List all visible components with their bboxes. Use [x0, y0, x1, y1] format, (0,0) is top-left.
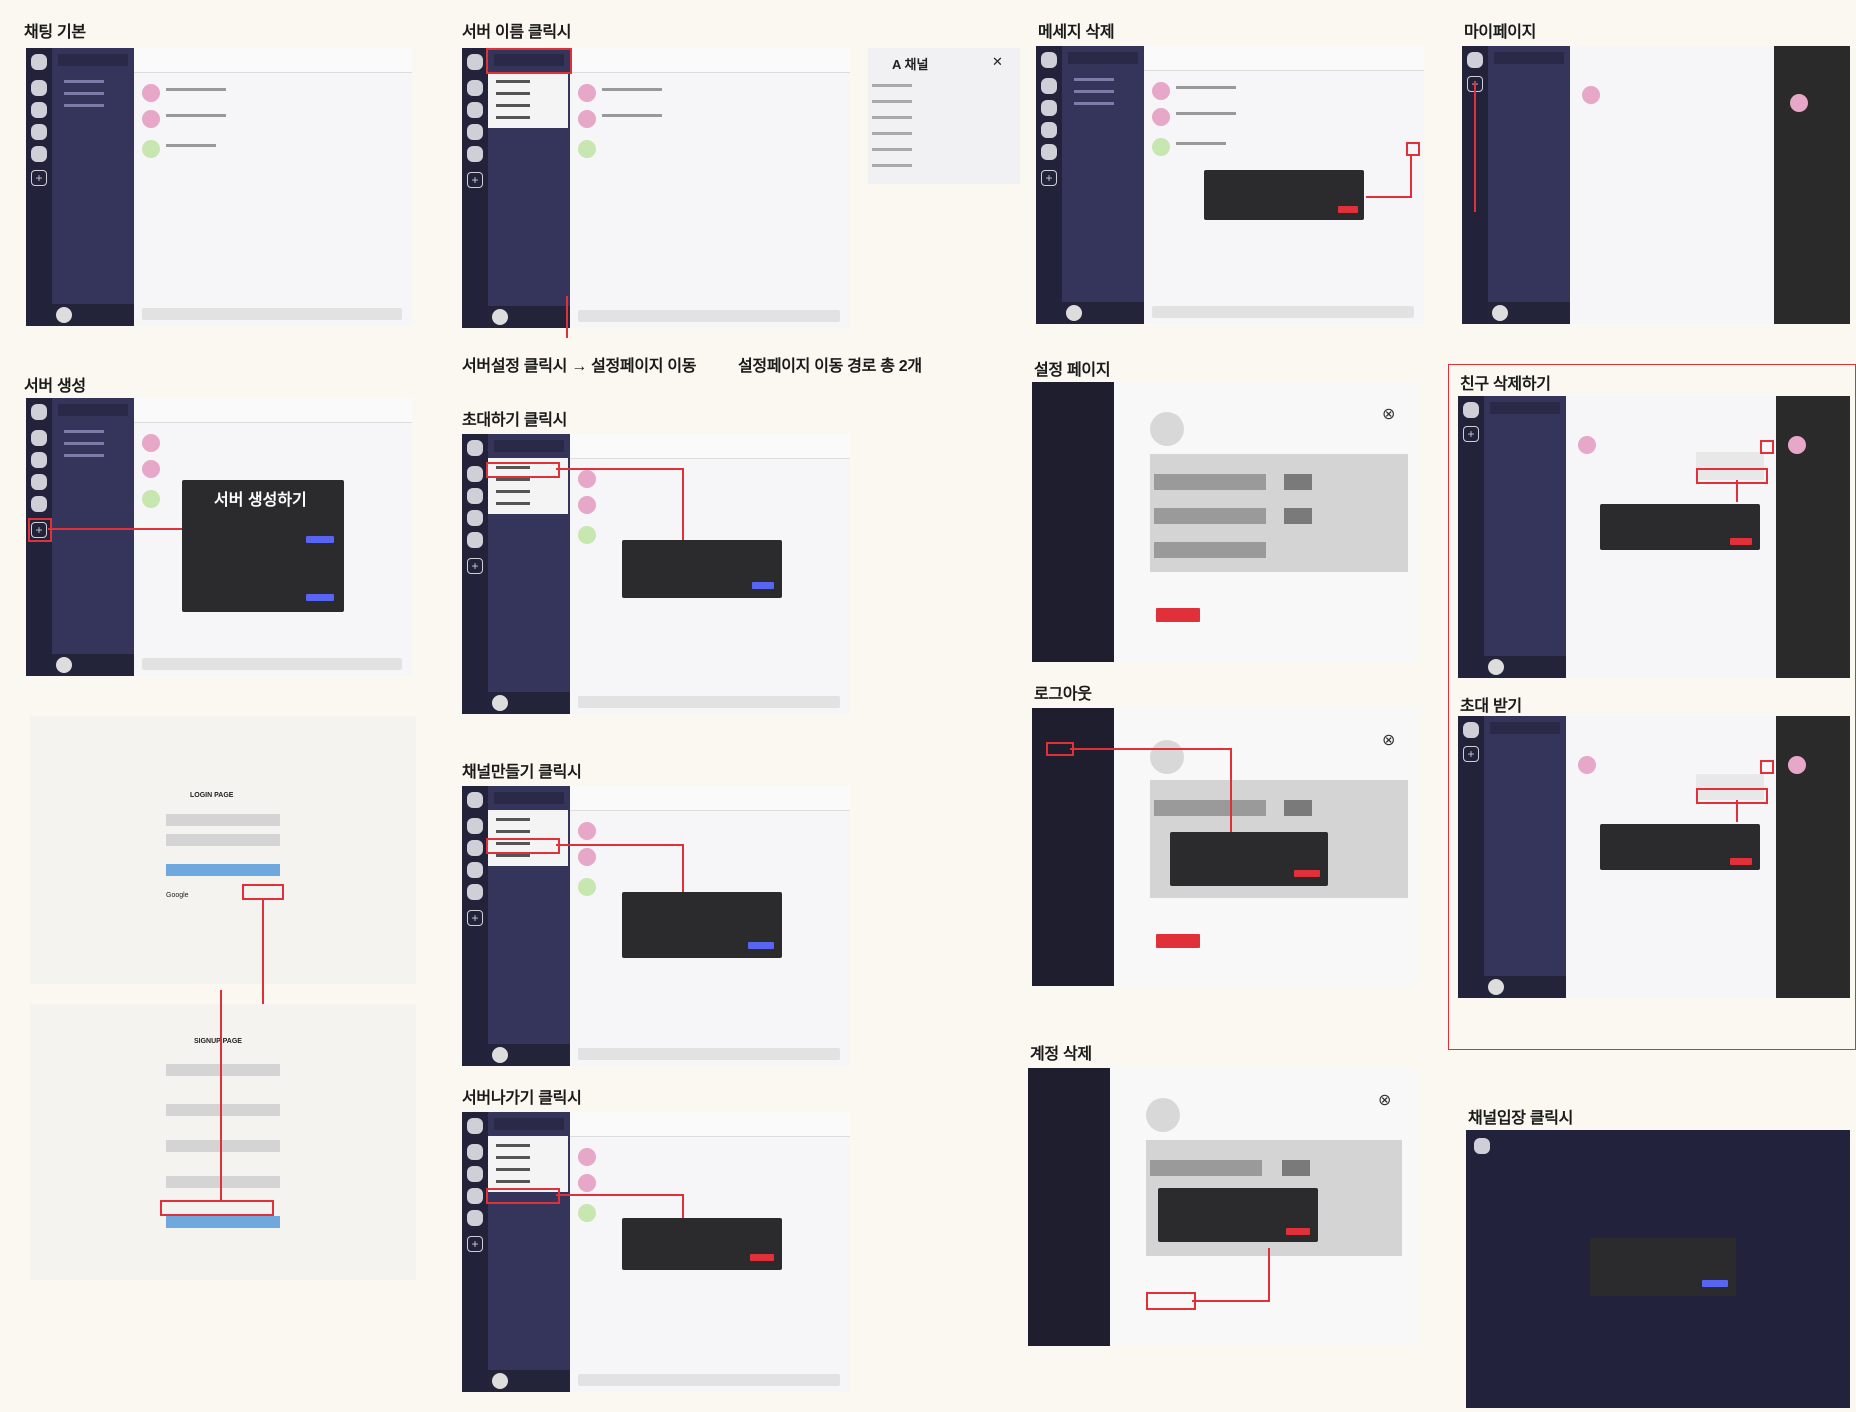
- server-create-modal-title: 서버 생성하기: [214, 492, 307, 509]
- create-button[interactable]: [306, 536, 334, 543]
- chat-header: [134, 48, 412, 73]
- mock-invite-click: +: [462, 434, 850, 714]
- label-mypage: 마이페이지: [1464, 24, 1537, 41]
- mock-friend-delete: +: [1458, 396, 1850, 678]
- label-invite-click: 초대하기 클릭시: [462, 412, 568, 429]
- close-icon[interactable]: ⊗: [1378, 1090, 1391, 1110]
- delete-message-modal: [1204, 170, 1364, 220]
- mock-signup-page: SIGNUP PAGE: [30, 990, 416, 1280]
- mock-channel-enter: [1466, 1130, 1850, 1408]
- channel-list: [52, 48, 134, 326]
- label-settings-paths: 설정페이지 이동 경로 총 2개: [738, 358, 922, 375]
- add-server-icon[interactable]: +: [31, 170, 47, 186]
- close-icon[interactable]: ⊗: [1382, 404, 1395, 424]
- close-icon[interactable]: ⊗: [1382, 730, 1395, 750]
- delete-confirm-button[interactable]: [1338, 206, 1358, 213]
- mock-login-page: LOGIN PAGE Google: [30, 716, 416, 1014]
- mock-server-name-click: +: [462, 48, 850, 328]
- message-input[interactable]: [142, 308, 402, 320]
- label-create-channel-click: 채널만들기 클릭시: [462, 764, 582, 781]
- label-chat-basic: 채팅 기본: [24, 24, 86, 41]
- server-create-modal: 서버 생성하기: [182, 480, 344, 612]
- mock-settings-page: ⊗: [1032, 382, 1418, 662]
- mock-receive-invite: +: [1458, 716, 1850, 998]
- login-button[interactable]: [166, 864, 280, 876]
- google-login[interactable]: Google: [166, 892, 189, 899]
- signup-page-title: SIGNUP PAGE: [194, 1038, 242, 1045]
- avatar: [56, 307, 72, 323]
- mock-mypage: +: [1462, 46, 1850, 324]
- server-dropdown-menu[interactable]: [488, 72, 568, 128]
- mock-create-channel-click: +: [462, 786, 850, 1066]
- close-icon[interactable]: ✕: [992, 54, 1003, 70]
- logout-modal: [1170, 832, 1328, 886]
- label-server-create: 서버 생성: [24, 378, 86, 395]
- invite-modal: [622, 540, 782, 598]
- label-channel-enter-click: 채널입장 클릭시: [1468, 1110, 1574, 1127]
- mock-leave-server-click: +: [462, 1112, 850, 1392]
- mock-logout: ⊗: [1032, 708, 1418, 986]
- label-server-settings-click: 서버설정 클릭시 → 설정페이지 이동: [462, 358, 697, 375]
- channel-panel: A 채널 ✕: [868, 48, 1020, 184]
- invite-receive-modal: [1600, 824, 1760, 870]
- label-leave-server-click: 서버나가기 클릭시: [462, 1090, 582, 1107]
- mock-chat-basic: +: [26, 48, 412, 326]
- label-message-delete: 메세지 삭제: [1038, 24, 1115, 41]
- label-logout: 로그아웃: [1034, 686, 1092, 703]
- channel-panel-title: A 채널: [892, 57, 929, 72]
- friend-delete-modal: [1600, 504, 1760, 550]
- leave-server-modal: [622, 1218, 782, 1270]
- channel-enter-modal: [1590, 1238, 1736, 1296]
- mock-server-create: + 서버 생성하기: [26, 398, 412, 676]
- account-delete-modal: [1158, 1188, 1318, 1242]
- label-settings-page: 설정 페이지: [1034, 362, 1111, 379]
- signup-button[interactable]: [166, 1216, 280, 1228]
- login-page-title: LOGIN PAGE: [190, 792, 234, 799]
- create-channel-modal: [622, 892, 782, 958]
- mock-message-delete: +: [1036, 46, 1424, 324]
- server-rail: +: [26, 48, 52, 326]
- enter-channel-button[interactable]: [1702, 1280, 1728, 1287]
- settings-sidebar: [1032, 382, 1114, 662]
- mock-account-delete: ⊗: [1028, 1068, 1418, 1346]
- label-server-name-click: 서버 이름 클릭시: [462, 24, 572, 41]
- label-account-delete: 계정 삭제: [1030, 1046, 1092, 1063]
